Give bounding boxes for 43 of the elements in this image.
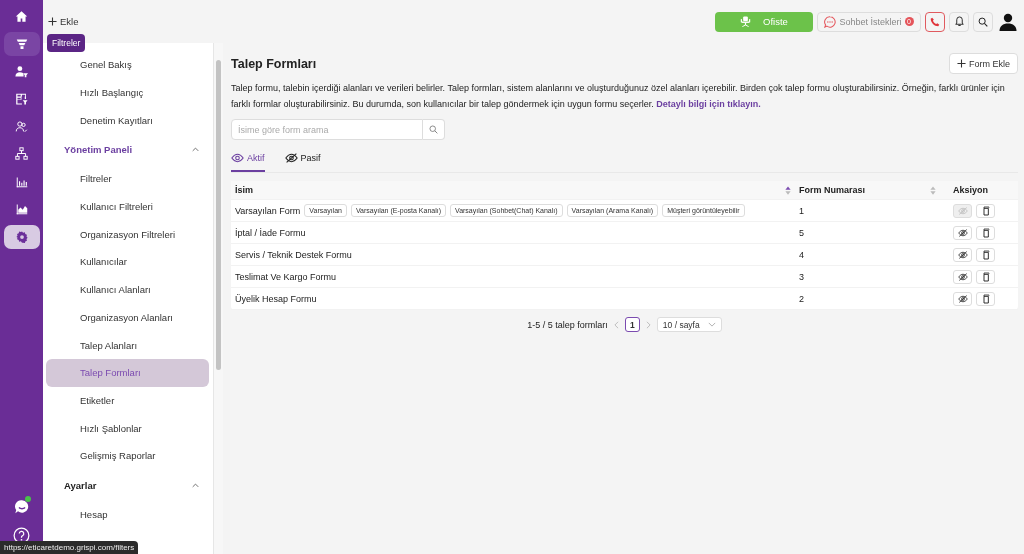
sidebar-item[interactable]: Kullanıcı Filtreleri (46, 192, 209, 221)
table-cell: 2 (799, 293, 804, 304)
pagination-summary: 1-5 / 5 talep formları (527, 319, 608, 330)
info-link[interactable]: Detaylı bilgi için tıklayın. (656, 98, 761, 109)
description-text: Talep formu, talebin içerdiği alanları ve verileri belirler. Talep formları, sistem alanlarını ve oluşturduğunuz özel alanları içerebilir. Birden çok talep formu oluşturabilirsiniz. Örneğin, farklı ürünler için farklı formlar oluşturabilirsiniz. Bu durumda, son kullanıcılar bir talep göndermek için uygun formu seçerler. Detaylı bilgi için tıklayın. (231, 82, 1006, 111)
table-cell: Üyelik Hesap Formu (235, 293, 317, 304)
sidebar-group-header[interactable]: Yönetim Paneli (46, 134, 209, 166)
sidebar-item[interactable]: Organizasyon Filtreleri (46, 220, 209, 249)
tab[interactable]: Pasif (284, 153, 321, 172)
sidebar-item[interactable]: Talep Formları (46, 358, 209, 387)
table-cell: Servis / Teknik Destek Formu (235, 249, 352, 260)
sidebar-item[interactable]: Hızlı Şablonlar (46, 414, 209, 442)
search-field[interactable]: İsime göre form arama (231, 119, 423, 140)
table-cell: 1 (799, 205, 804, 216)
add-form-button[interactable]: Form Ekle (949, 53, 1018, 74)
table-cell: Teslimat Ve Kargo Formu (235, 271, 337, 282)
tooltip: Filtreler (47, 34, 86, 52)
tab[interactable]: Aktif (231, 153, 265, 172)
link-url-tooltip: https://eticaretdemo.grispi.com/filters (0, 541, 139, 554)
column-header[interactable]: İsim (231, 181, 795, 199)
sidebar-item[interactable]: Hızlı Başlangıç (46, 78, 209, 107)
table-cell: Varsayılan Form (235, 205, 301, 216)
sidebar-item[interactable]: Filtreler (46, 165, 209, 193)
sidebar-item[interactable]: Hesap (46, 500, 209, 529)
table-cell: 4 (799, 249, 804, 260)
page-size-select[interactable]: 10 / sayfa (656, 317, 722, 332)
column-header[interactable]: Form Numarası (795, 181, 940, 199)
column-header: Aksiyon (953, 185, 988, 195)
sidebar-item[interactable]: Kullanıcı Alanları (46, 275, 209, 304)
page-button[interactable]: 1 (624, 317, 640, 332)
sidebar-item[interactable]: Etiketler (46, 386, 209, 415)
table-cell: İptal / İade Formu (235, 227, 306, 238)
add-button[interactable]: Ekle (48, 16, 79, 27)
sidebar-item[interactable]: Gelişmiş Raporlar (46, 441, 209, 470)
sidebar-item[interactable]: Denetim Kayıtları (46, 106, 209, 135)
sidebar-item[interactable]: Talep Alanları (46, 331, 209, 359)
table-cell: 3 (799, 271, 804, 282)
sidebar-item[interactable]: Kullanıcılar (46, 248, 209, 276)
sidebar-item[interactable]: Genel Bakış (46, 51, 209, 79)
sidebar-group-header[interactable]: Ayarlar (46, 469, 209, 501)
page-title: Talep Formları (231, 56, 317, 71)
sidebar-item[interactable]: Organizasyon Alanları (46, 303, 209, 332)
table-cell: 5 (799, 227, 804, 238)
